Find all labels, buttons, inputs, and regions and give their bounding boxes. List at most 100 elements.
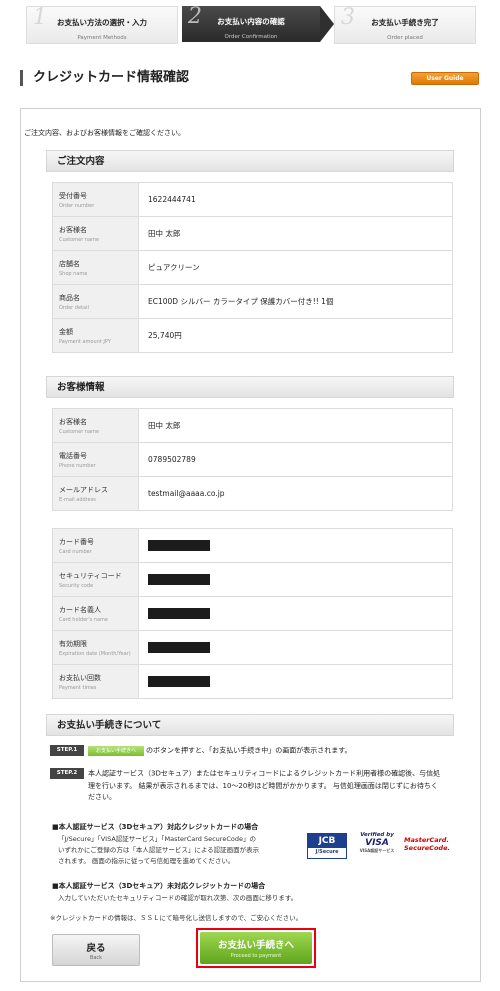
row-label: メールアドレス [59, 486, 108, 494]
row-label: 金額 [59, 328, 73, 336]
order-table: 受付番号 Order number 1622444741 お客様名 Custom… [52, 182, 453, 353]
step2-text-line3: ださい。 [88, 793, 116, 801]
jcb-logo-text: JCB [308, 834, 346, 848]
ssl-note: ※クレジットカードの情報は、ＳＳＬにて暗号化し送信しますので、ご安心ください。 [50, 914, 303, 922]
row-sublabel: Order number [59, 203, 95, 209]
user-guide-english-button[interactable]: User Guide (English) [411, 72, 479, 93]
row-sublabel: Expiration date (Month/Year) [59, 651, 131, 657]
step-sublabel: Order placed [387, 35, 423, 41]
step1-tag: STEP.1 [50, 745, 84, 756]
jcb-jsecure-logo: JCB J/Secure [307, 833, 347, 859]
back-button[interactable]: 戻る Back [52, 934, 140, 966]
row-label: 店舗名 [59, 260, 80, 268]
note-3dsecure-supported-line1: 「J/Secure」「VISA認証サービス」「MasterCard Secure… [58, 835, 256, 843]
redacted-block [148, 676, 210, 687]
visa-logo-text-2: VISA [365, 838, 389, 848]
customer-table: お客様名 Customer name 田中 太郎 電話番号 Phone numb… [52, 408, 453, 511]
step2-tag: STEP.2 [50, 768, 84, 779]
visa-logo-text-3: VISA認証サービス [359, 848, 395, 853]
table-row: メールアドレス E-mail address testmail@aaaa.co.… [53, 477, 452, 510]
row-label-cell: メールアドレス E-mail address [53, 477, 139, 510]
row-label: お支払い回数 [59, 674, 101, 682]
step-payment-methods: 1 お支払い方法の選択・入力 Payment Methods [26, 5, 178, 44]
table-row: 店舗名 Shop name ピュアクリーン [53, 251, 452, 285]
row-label-cell: 電話番号 Phone number [53, 443, 139, 476]
step-label: お支払い手続き完了 [371, 18, 439, 27]
order-number-value: 1622444741 [148, 195, 196, 204]
progress-steps: 1 お支払い方法の選択・入力 Payment Methods 2 お支払い内容の… [0, 0, 500, 48]
table-row: 有効期限 Expiration date (Month/Year) [53, 631, 452, 665]
table-row: 受付番号 Order number 1622444741 [53, 183, 452, 217]
step2-text-line2: 理を行います。 結果が表示されるまでは、10～20秒ほど時間がかかります。 与信… [88, 782, 438, 790]
row-label-cell: 有効期限 Expiration date (Month/Year) [53, 631, 139, 664]
row-sublabel: E-mail address [59, 497, 96, 503]
proceed-button-sample: お支払い手続きへ [88, 745, 144, 756]
table-row: 金額 Payment amount JPY 25,740円 [53, 319, 452, 352]
row-label-cell: 店舗名 Shop name [53, 251, 139, 284]
row-sublabel: Payment amount JPY [59, 339, 111, 345]
table-row: お客様名 Customer name 田中 太郎 [53, 409, 452, 443]
page-title: クレジットカード情報確認 [20, 70, 189, 86]
row-sublabel: Customer name [59, 429, 100, 435]
step-order-confirmation: 2 お支払い内容の確認 Order Confirmation [182, 4, 334, 42]
row-sublabel: Security code [59, 583, 94, 589]
row-sublabel: Customer name [59, 237, 100, 243]
verified-by-visa-logo: Verified by VISA VISA認証サービス [355, 832, 399, 858]
row-label: 商品名 [59, 294, 80, 302]
note-3dsecure-supported-heading: ■本人認証サービス（3Dセキュア）対応クレジットカードの場合 [52, 823, 259, 831]
intro-text: ご注文内容、およびお客様情報をご確認ください。 [24, 129, 185, 137]
phone-number-value: 0789502789 [148, 455, 196, 464]
note-3dsecure-unsupported-text: 入力していただいたセキュリティコードの確認が取れ次第、次の画面に移ります。 [58, 894, 298, 902]
row-label-cell: お客様名 Customer name [53, 217, 139, 250]
expiration-value [148, 631, 210, 664]
row-label-cell: 受付番号 Order number [53, 183, 139, 216]
step-sublabel: Payment Methods [77, 35, 127, 41]
step2-line: STEP.2 本人認証サービス（3Dセキュア）またはセキュリティコードによるクレジ… [50, 768, 450, 780]
row-label-cell: 金額 Payment amount JPY [53, 319, 139, 352]
table-row: セキュリティコード Security code [53, 563, 452, 597]
mastercard-securecode-logo: MasterCard. SecureCode. [404, 836, 450, 856]
row-sublabel: Order detail [59, 305, 89, 311]
redacted-block [148, 540, 210, 551]
proceed-button-label: お支払い手続きへ [217, 940, 294, 951]
jsecure-logo-text: J/Secure [315, 849, 339, 855]
note-3dsecure-supported-line3: されます。 画面の指示に従って与信処理を進めてください。 [58, 857, 235, 865]
customer-name-value: 田中 太郎 [148, 421, 181, 430]
row-sublabel: Card holder's name [59, 617, 108, 623]
order-detail-value: EC100D シルバー カラータイプ 保護カバー付き!! 1個 [148, 297, 334, 306]
note-3dsecure-supported-line2: いずれかにご登録の方は「本人認証サービス」による認証画面が表示 [58, 846, 260, 854]
order-section-heading: ご注文内容 [46, 150, 454, 172]
back-button-label: 戻る [86, 943, 106, 954]
row-sublabel: Phone number [59, 463, 96, 469]
mastercard-logo-text-2: SecureCode. [404, 844, 450, 852]
row-label: セキュリティコード [59, 572, 122, 580]
row-label: 電話番号 [59, 452, 87, 460]
step1-line: STEP.1 お支払い手続きへ のボタンを押すと、「お支払い手続き中」の画面が表示さ… [50, 745, 352, 756]
procedure-section-heading: お支払い手続きについて [46, 714, 454, 736]
row-sublabel: Shop name [59, 271, 88, 277]
step1-text: のボタンを押すと、「お支払い手続き中」の画面が表示されます。 [146, 746, 352, 755]
row-label: お客様名 [59, 226, 87, 234]
note-3dsecure-unsupported-heading: ■本人認証サービス（3Dセキュア）未対応クレジットカードの場合 [52, 882, 266, 890]
row-label: 有効期限 [59, 640, 87, 648]
payment-amount-value: 25,740円 [148, 331, 182, 340]
row-label: 受付番号 [59, 192, 87, 200]
row-sublabel: Payment times [59, 685, 97, 691]
proceed-to-payment-button[interactable]: お支払い手続きへ Proceed to payment [200, 932, 312, 964]
proceed-button-sublabel: Proceed to payment [230, 953, 282, 959]
row-label: お客様名 [59, 418, 87, 426]
row-label-cell: カード番号 Card number [53, 529, 139, 562]
step-label: お支払い内容の確認 [217, 17, 285, 26]
row-label-cell: カード名義人 Card holder's name [53, 597, 139, 630]
redacted-block [148, 574, 210, 585]
card-number-value [148, 529, 210, 562]
customer-section-heading: お客様情報 [46, 376, 454, 398]
table-row: 商品名 Order detail EC100D シルバー カラータイプ 保護カバ… [53, 285, 452, 319]
redacted-block [148, 608, 210, 619]
redacted-block [148, 642, 210, 653]
table-row: カード名義人 Card holder's name [53, 597, 452, 631]
row-label: カード番号 [59, 538, 94, 546]
row-label: カード名義人 [59, 606, 101, 614]
email-value: testmail@aaaa.co.jp [148, 489, 225, 498]
step-label: お支払い方法の選択・入力 [57, 18, 147, 27]
